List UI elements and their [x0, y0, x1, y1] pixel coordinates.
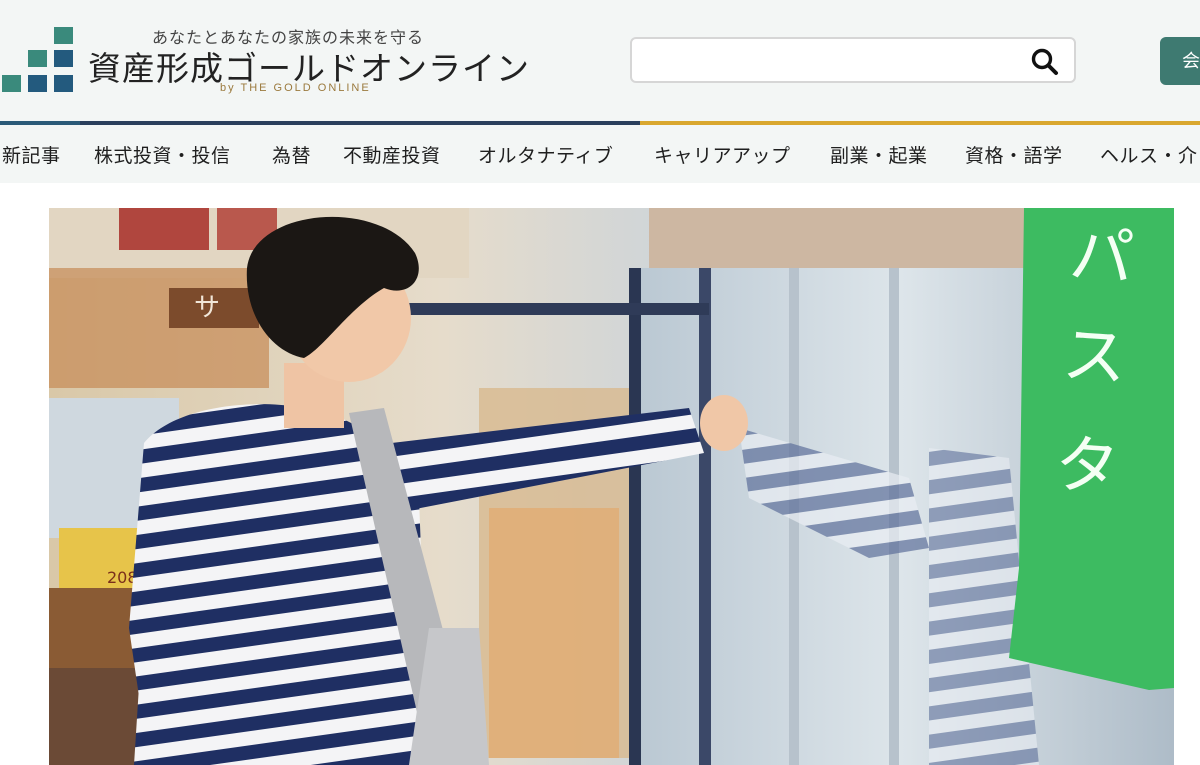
pasta-sign: パ ス タ: [1009, 208, 1174, 690]
svg-text:タ: タ: [1052, 428, 1121, 506]
nav-item-new-articles[interactable]: 新記事: [2, 141, 61, 168]
site-subtitle: by THE GOLD ONLINE: [220, 82, 371, 94]
nav-item-forex[interactable]: 為替: [272, 141, 311, 168]
search-box: [630, 37, 1076, 83]
search-input[interactable]: [642, 47, 1026, 75]
shelf-sign-text: サ: [194, 293, 220, 323]
site-logo[interactable]: あなたとあなたの家族の未来を守る 資産形成ゴールドオンライン by THE GO…: [0, 24, 540, 100]
hero-photo: サ 208 パ ス タ: [49, 208, 1174, 765]
nav-item-stocks-funds[interactable]: 株式投資・投信: [94, 141, 231, 168]
svg-text:パ: パ: [1067, 218, 1136, 296]
svg-text:ス: ス: [1060, 318, 1129, 396]
nav-item-side-business[interactable]: 副業・起業: [830, 141, 928, 168]
member-button[interactable]: 会: [1160, 37, 1200, 85]
nav-item-career-up[interactable]: キャリアアップ: [654, 141, 791, 168]
nav-item-qualifications[interactable]: 資格・語学: [965, 141, 1063, 168]
site-header: あなたとあなたの家族の未来を守る 資産形成ゴールドオンライン by THE GO…: [0, 0, 1200, 121]
search-icon[interactable]: [1030, 47, 1060, 77]
category-nav: 新記事 株式投資・投信 為替 不動産投資 オルタナティブ キャリアアップ 副業・…: [0, 125, 1200, 183]
nav-item-alternative[interactable]: オルタナティブ: [478, 141, 613, 168]
logo-blocks-icon: [2, 27, 73, 92]
hero-image[interactable]: サ 208 パ ス タ: [49, 208, 1174, 765]
nav-item-real-estate[interactable]: 不動産投資: [343, 141, 441, 168]
nav-item-health-care[interactable]: ヘルス・介: [1100, 141, 1198, 168]
